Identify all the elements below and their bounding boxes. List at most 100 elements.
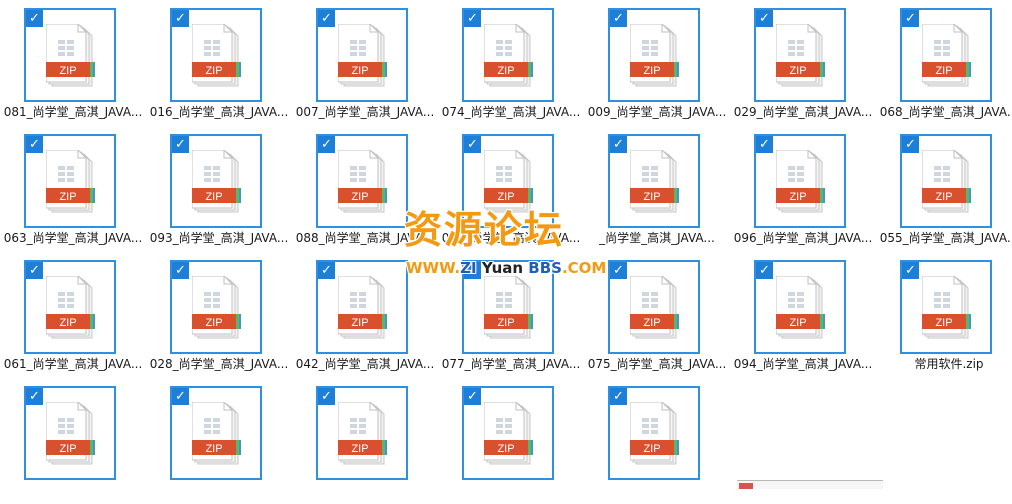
file-thumbnail[interactable]: ✓ ZIP [608, 386, 700, 480]
file-item[interactable]: ✓ ZIP 081_尚学堂_高淇_JAVA... [0, 0, 146, 126]
selection-checkbox[interactable]: ✓ [610, 262, 627, 279]
file-thumbnail[interactable]: ✓ ZIP [462, 8, 554, 102]
file-thumbnail[interactable]: ✓ ZIP [170, 8, 262, 102]
file-item[interactable]: ✓ ZIP 028_尚学堂_高淇_JAVA... [146, 252, 292, 378]
file-thumbnail[interactable]: ✓ ZIP [900, 134, 992, 228]
selection-checkbox[interactable]: ✓ [610, 10, 627, 27]
selection-checkbox[interactable]: ✓ [26, 388, 43, 405]
selection-checkbox[interactable]: ✓ [756, 262, 773, 279]
selection-checkbox[interactable]: ✓ [172, 262, 189, 279]
zip-icon-label: ZIP [497, 443, 514, 455]
file-thumbnail[interactable]: ✓ ZIP [608, 8, 700, 102]
file-thumbnail[interactable]: ✓ ZIP [24, 386, 116, 480]
selection-checkbox[interactable]: ✓ [26, 136, 43, 153]
file-item[interactable]: ✓ ZIP 093_尚学堂_高淇_JAVA... [146, 126, 292, 252]
file-item[interactable]: ✓ ZIP 009_尚学堂_高淇_JAVA... [584, 0, 730, 126]
file-thumbnail[interactable]: ✓ ZIP [170, 260, 262, 354]
file-thumbnail[interactable]: ✓ ZIP [316, 8, 408, 102]
zip-icon-label: ZIP [59, 191, 76, 203]
file-item[interactable]: ✓ ZIP 061_尚学堂_高淇_JAVA... [0, 252, 146, 378]
file-item[interactable]: ✓ ZIP 096_尚学堂_高淇_JAVA... [730, 126, 876, 252]
watermark-title: 资源论坛 [404, 208, 565, 252]
selection-checkbox[interactable]: ✓ [318, 262, 335, 279]
selection-checkbox[interactable]: ✓ [756, 136, 773, 153]
selection-checkbox[interactable]: ✓ [610, 388, 627, 405]
file-name-label: 常用软件.zip [914, 357, 984, 371]
file-item[interactable]: ✓ ZIP _尚学堂_高淇_JAVA... [584, 126, 730, 252]
file-thumbnail[interactable]: ✓ ZIP [24, 134, 116, 228]
file-item[interactable]: ✓ ZIP 068_尚学堂_高淇_JAVA... [876, 0, 1012, 126]
selection-checkbox[interactable]: ✓ [172, 136, 189, 153]
file-name-label: 029_尚学堂_高淇_JAVA... [733, 105, 873, 119]
zip-file-icon: ZIP [338, 276, 387, 339]
zip-icon-label: ZIP [351, 317, 368, 329]
zip-icon-label: ZIP [59, 65, 76, 77]
selection-checkbox[interactable]: ✓ [318, 10, 335, 27]
file-thumbnail[interactable]: ✓ ZIP [608, 260, 700, 354]
file-name-label: 007_尚学堂_高淇_JAVA... [295, 105, 435, 119]
selection-checkbox[interactable]: ✓ [610, 136, 627, 153]
file-item[interactable]: ✓ ZIP 074_尚学堂_高淇_JAVA... [438, 0, 584, 126]
file-name-label: 075_尚学堂_高淇_JAVA... [587, 357, 727, 371]
file-thumbnail[interactable]: ✓ ZIP [24, 260, 116, 354]
file-thumbnail[interactable]: ✓ ZIP [24, 8, 116, 102]
zip-icon-label: ZIP [935, 191, 952, 203]
file-item[interactable]: ✓ ZIP 029_尚学堂_高淇_JAVA... [730, 0, 876, 126]
selection-checkbox[interactable]: ✓ [464, 388, 481, 405]
file-thumbnail[interactable]: ✓ ZIP [754, 260, 846, 354]
watermark-url-suffix: .COM [561, 259, 607, 277]
selection-checkbox[interactable]: ✓ [902, 10, 919, 27]
selection-checkbox[interactable]: ✓ [902, 136, 919, 153]
zip-file-icon: ZIP [630, 24, 679, 87]
file-item[interactable]: ✓ ZIP 094_尚学堂_高淇_JAVA... [730, 252, 876, 378]
file-item[interactable]: ✓ ZIP [584, 378, 730, 504]
file-thumbnail[interactable]: ✓ ZIP [316, 260, 408, 354]
selection-checkbox[interactable]: ✓ [172, 388, 189, 405]
file-thumbnail[interactable]: ✓ ZIP [170, 386, 262, 480]
file-item[interactable]: ✓ ZIP 055_尚学堂_高淇_JAVA... [876, 126, 1012, 252]
file-thumbnail[interactable]: ✓ ZIP [900, 8, 992, 102]
file-name-label: 055_尚学堂_高淇_JAVA... [879, 231, 1012, 245]
selection-checkbox[interactable]: ✓ [464, 10, 481, 27]
file-thumbnail[interactable]: ✓ ZIP [462, 386, 554, 480]
zip-file-icon: ZIP [192, 24, 241, 87]
zip-file-icon: ZIP [46, 150, 95, 213]
file-item[interactable]: ✓ ZIP 016_尚学堂_高淇_JAVA... [146, 0, 292, 126]
file-thumbnail[interactable]: ✓ ZIP [316, 134, 408, 228]
zip-icon-label: ZIP [789, 191, 806, 203]
watermark-url: WWW.ZI Yuan BBS.COM [406, 259, 606, 277]
file-name-label: 063_尚学堂_高淇_JAVA... [3, 231, 143, 245]
zip-icon-label: ZIP [205, 317, 222, 329]
zip-icon-label: ZIP [351, 443, 368, 455]
selection-checkbox[interactable]: ✓ [26, 10, 43, 27]
zip-file-icon: ZIP [484, 24, 533, 87]
file-name-label: 061_尚学堂_高淇_JAVA... [3, 357, 143, 371]
file-item[interactable]: ✓ ZIP [146, 378, 292, 504]
selection-checkbox[interactable]: ✓ [318, 136, 335, 153]
file-thumbnail[interactable]: ✓ ZIP [608, 134, 700, 228]
selection-checkbox[interactable]: ✓ [26, 262, 43, 279]
selection-checkbox[interactable]: ✓ [756, 10, 773, 27]
file-item[interactable]: ✓ ZIP 063_尚学堂_高淇_JAVA... [0, 126, 146, 252]
file-name-label: 042_尚学堂_高淇_JAVA... [295, 357, 435, 371]
zip-icon-label: ZIP [497, 191, 514, 203]
file-thumbnail[interactable]: ✓ ZIP [900, 260, 992, 354]
file-name-label: 009_尚学堂_高淇_JAVA... [587, 105, 727, 119]
file-thumbnail[interactable]: ✓ ZIP [754, 8, 846, 102]
zip-icon-label: ZIP [643, 317, 660, 329]
file-item[interactable]: ✓ ZIP 常用软件.zip [876, 252, 1012, 378]
selection-checkbox[interactable]: ✓ [318, 388, 335, 405]
file-item[interactable]: ✓ ZIP 007_尚学堂_高淇_JAVA... [292, 0, 438, 126]
file-thumbnail[interactable]: ✓ ZIP [316, 386, 408, 480]
file-thumbnail[interactable]: ✓ ZIP [754, 134, 846, 228]
file-thumbnail[interactable]: ✓ ZIP [170, 134, 262, 228]
zip-icon-label: ZIP [643, 191, 660, 203]
file-item[interactable]: ✓ ZIP [292, 378, 438, 504]
selection-checkbox[interactable]: ✓ [902, 262, 919, 279]
selection-checkbox[interactable]: ✓ [464, 136, 481, 153]
zip-file-icon: ZIP [338, 150, 387, 213]
file-item[interactable]: ✓ ZIP [0, 378, 146, 504]
selection-checkbox[interactable]: ✓ [172, 10, 189, 27]
zip-file-icon: ZIP [922, 276, 971, 339]
file-item[interactable]: ✓ ZIP [438, 378, 584, 504]
